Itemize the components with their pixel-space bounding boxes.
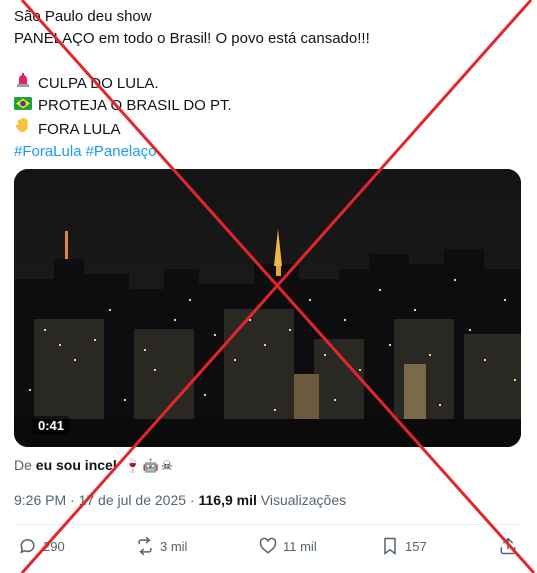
bullet-culpa: CULPA DO LULA. bbox=[14, 72, 524, 95]
attribution: De eu sou incel 🍷🤖☠ bbox=[14, 457, 175, 474]
post-line-1: São Paulo deu show bbox=[14, 8, 152, 25]
heart-icon bbox=[259, 537, 277, 554]
post-time[interactable]: 9:26 PM bbox=[14, 492, 66, 508]
video-duration: 0:41 bbox=[32, 416, 71, 435]
bullet-fora: FORA LULA bbox=[14, 117, 524, 141]
attribution-prefix: De bbox=[14, 457, 32, 473]
divider bbox=[14, 524, 523, 525]
post-line-2: PANELAÇO em todo o Brasil! O povo está c… bbox=[14, 30, 370, 47]
bookmark-icon bbox=[384, 537, 396, 555]
share-icon bbox=[500, 537, 516, 555]
reply-count: 290 bbox=[43, 538, 65, 554]
city-night-video-frame bbox=[14, 169, 521, 447]
action-bar: 290 3 mil 11 mil 157 bbox=[14, 536, 524, 558]
repost-button[interactable]: 3 mil bbox=[135, 536, 187, 556]
hashtags: #ForaLula #Panelaço bbox=[14, 141, 524, 163]
share-button[interactable] bbox=[498, 536, 523, 556]
robot-icon: 🤖 bbox=[142, 458, 161, 473]
siren-icon bbox=[14, 72, 32, 95]
post-date[interactable]: 17 de jul de 2025 bbox=[79, 492, 186, 508]
like-button[interactable]: 11 mil bbox=[258, 536, 317, 556]
post-meta: 9:26 PM · 17 de jul de 2025 · 116,9 mil … bbox=[14, 492, 347, 508]
raised-hand-icon bbox=[14, 117, 32, 141]
brazil-flag-icon bbox=[14, 95, 32, 117]
repost-icon bbox=[138, 536, 152, 556]
like-count: 11 mil bbox=[283, 538, 317, 554]
reply-button[interactable]: 290 bbox=[18, 536, 65, 556]
attribution-user[interactable]: eu sou incel bbox=[36, 457, 117, 473]
reply-icon bbox=[20, 539, 35, 554]
views-count: 116,9 mil bbox=[198, 492, 257, 508]
wine-glass-icon: 🍷 bbox=[124, 458, 143, 473]
hashtag-foralula[interactable]: #ForaLula bbox=[14, 143, 82, 160]
skull-crossbones-icon: ☠ bbox=[160, 458, 175, 473]
bookmark-count: 157 bbox=[405, 538, 427, 554]
video-player[interactable]: 0:41 bbox=[14, 169, 521, 447]
repost-count: 3 mil bbox=[160, 538, 188, 554]
bullet-proteja: PROTEJA O BRASIL DO PT. bbox=[14, 95, 524, 117]
post-text: São Paulo deu show PANELAÇO em todo o Br… bbox=[14, 6, 524, 163]
bookmark-button[interactable]: 157 bbox=[380, 536, 427, 556]
hashtag-panelaco[interactable]: #Panelaço bbox=[86, 143, 157, 160]
views-label: Visualizações bbox=[260, 492, 347, 508]
